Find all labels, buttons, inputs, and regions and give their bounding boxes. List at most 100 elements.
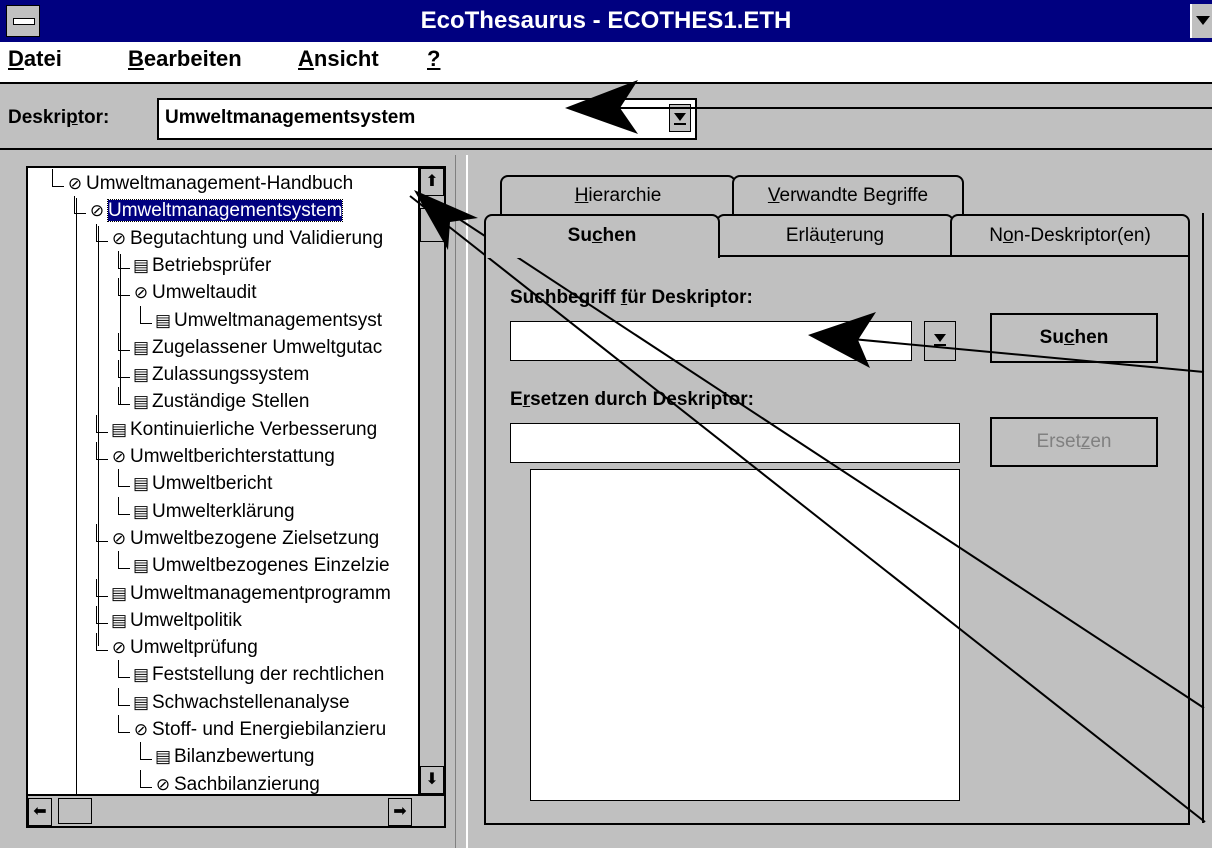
tree-item[interactable]: ⊘ Umweltberichterstattung — [110, 446, 335, 468]
tree-item-label: Umweltaudit — [152, 282, 257, 304]
document-icon: ▤ — [132, 255, 150, 275]
scroll-up-button[interactable]: ⬆ — [420, 168, 444, 196]
tree-item[interactable]: ▤ Umweltbezogenes Einzelzie — [132, 555, 390, 577]
menu-datei[interactable]: Datei — [8, 46, 62, 72]
tree-item[interactable]: ▤ Zugelassener Umweltgutac — [132, 337, 382, 359]
tree-connector — [96, 578, 97, 597]
tree-item-label: Zugelassener Umweltgutac — [152, 336, 383, 358]
tree-guide-line — [120, 254, 121, 404]
tree-connector — [96, 223, 97, 242]
scroll-down-button[interactable]: ⬇ — [420, 766, 444, 794]
search-button[interactable]: Suchen — [990, 313, 1158, 363]
replace-button[interactable]: Ersetzen — [990, 417, 1158, 467]
tree-item[interactable]: ▤ Umweltpolitik — [110, 610, 242, 632]
chevron-down-icon — [674, 113, 686, 121]
tree-item[interactable]: ▤ Betriebsprüfer — [132, 255, 271, 277]
tree-item-label: Sachbilanzierung — [174, 773, 320, 794]
tree-item[interactable]: ▤ Bilanzbewertung — [154, 746, 315, 768]
tree-item[interactable]: ▤ Kontinuierliche Verbesserung — [110, 419, 377, 441]
document-icon: ▤ — [132, 365, 150, 385]
tree-guide-line — [98, 226, 99, 646]
document-icon: ▤ — [110, 610, 128, 630]
horizontal-scrollbar[interactable]: ⬅ ➡ — [28, 794, 444, 826]
chevron-down-icon — [934, 334, 946, 342]
tree-connector — [118, 568, 130, 570]
tree-view[interactable]: ⊘ Umweltmanagement-Handbuch ⊘ Umweltmanagem… — [26, 166, 446, 828]
tree-item-label: Kontinuierliche Verbesserung — [130, 418, 378, 440]
vertical-scrollbar[interactable]: ⬆ ⬇ — [418, 168, 444, 794]
tree-item-label: Umweltbezogene Zielsetzung — [130, 527, 380, 549]
document-icon: ▤ — [132, 692, 150, 712]
document-icon: ▤ — [132, 474, 150, 494]
menu-bearbeiten[interactable]: Bearbeiten — [128, 46, 242, 72]
tree-item[interactable]: ⊘ Begutachtung und Validierung — [110, 228, 383, 250]
scroll-right-button[interactable]: ➡ — [388, 798, 412, 826]
tree-connector — [74, 196, 75, 215]
tree-connector — [118, 332, 119, 351]
document-icon: ▤ — [154, 310, 172, 330]
tree-item[interactable]: ⊘ Umweltaudit — [132, 282, 257, 304]
tree-content: ⊘ Umweltmanagement-Handbuch ⊘ Umweltmanagem… — [28, 168, 418, 794]
document-icon: ▤ — [132, 556, 150, 576]
concept-icon: ⊘ — [89, 201, 105, 221]
scroll-thumb[interactable] — [420, 208, 444, 242]
tree-connector — [118, 469, 119, 488]
tree-item[interactable]: ⊘ Sachbilanzierung — [154, 774, 320, 794]
tree-connector — [118, 677, 130, 679]
tree-guide-line — [76, 198, 77, 794]
tree-connector — [52, 186, 64, 187]
tree-item[interactable]: ⊘ Umweltprüfung — [110, 637, 258, 659]
document-icon: ▤ — [110, 583, 128, 603]
replace-input[interactable] — [510, 423, 960, 463]
tree-connector — [118, 660, 119, 679]
descriptor-dropdown-button[interactable] — [669, 104, 691, 132]
scroll-left-button[interactable]: ⬅ — [28, 798, 52, 826]
tree-item[interactable]: ⊘ Umweltmanagementsystem — [88, 199, 344, 223]
menu-help[interactable]: ? — [427, 46, 440, 72]
tree-connector — [96, 650, 108, 652]
tree-item[interactable]: ⊘ Umweltbezogene Zielsetzung — [110, 528, 379, 550]
tab-erlaeuterung[interactable]: Erläuterung — [716, 214, 954, 256]
tab-verwandte-begriffe[interactable]: Verwandte Begriffe — [732, 175, 964, 215]
tree-item[interactable]: ▤ Schwachstellenanalyse — [132, 692, 350, 714]
tree-item-label: Umweltmanagementsyst — [174, 309, 383, 331]
descriptor-combobox[interactable]: Umweltmanagementsystem — [157, 98, 697, 140]
tree-item[interactable]: ▤ Feststellung der rechtlichen — [132, 664, 384, 686]
concept-icon: ⊘ — [155, 774, 171, 794]
results-listbox[interactable] — [530, 469, 960, 801]
document-icon: ▤ — [154, 747, 172, 767]
maximize-button[interactable] — [1190, 4, 1212, 38]
tree-item[interactable]: ⊘ Stoff- und Energiebilanzieru — [132, 719, 386, 741]
tree-item[interactable]: ▤ Zuständige Stellen — [132, 391, 309, 413]
tree-item-label: Bilanzbewertung — [174, 746, 315, 768]
concept-icon: ⊘ — [133, 283, 149, 303]
tab-hierarchie[interactable]: Hierarchie — [500, 175, 736, 215]
tree-item[interactable]: ⊘ Umweltmanagement-Handbuch — [66, 173, 353, 195]
tree-connector — [140, 759, 152, 761]
tree-item[interactable]: ▤ Umweltmanagementprogramm — [110, 583, 391, 605]
tree-item[interactable]: ▤ Umweltmanagementsyst — [154, 310, 382, 332]
tab-suchen[interactable]: Suchen — [484, 214, 720, 258]
tree-item[interactable]: ▤ Zulassungssystem — [132, 364, 309, 386]
tree-item[interactable]: ▤ Umweltbericht — [132, 473, 272, 495]
replace-label: Ersetzen durch Deskriptor: — [510, 389, 754, 410]
tree-connector — [118, 360, 119, 379]
concept-icon: ⊘ — [111, 447, 127, 466]
tree-item-label: Umweltmanagement-Handbuch — [86, 173, 354, 194]
pane-splitter[interactable] — [455, 155, 468, 848]
document-icon: ▤ — [132, 665, 150, 685]
search-label: Suchbegriff für Deskriptor: — [510, 287, 753, 308]
tree-item-label: Zulassungssystem — [152, 364, 310, 386]
tree-item[interactable]: ▤ Umwelterklärung — [132, 501, 295, 523]
search-dropdown-button[interactable] — [924, 321, 956, 361]
scroll-thumb-horizontal[interactable] — [58, 798, 92, 824]
tab-non-deskriptoren[interactable]: Non-Deskriptor(en) — [950, 214, 1190, 256]
menu-ansicht[interactable]: Ansicht — [298, 46, 379, 72]
tree-connector — [140, 305, 141, 324]
search-input[interactable] — [510, 321, 912, 361]
tree-connector — [52, 169, 53, 187]
descriptor-label: Deskriptor: — [8, 107, 110, 128]
tree-item-label: Betriebsprüfer — [152, 254, 272, 276]
tree-item-label: Schwachstellenanalyse — [152, 691, 350, 713]
divider — [0, 148, 1212, 150]
